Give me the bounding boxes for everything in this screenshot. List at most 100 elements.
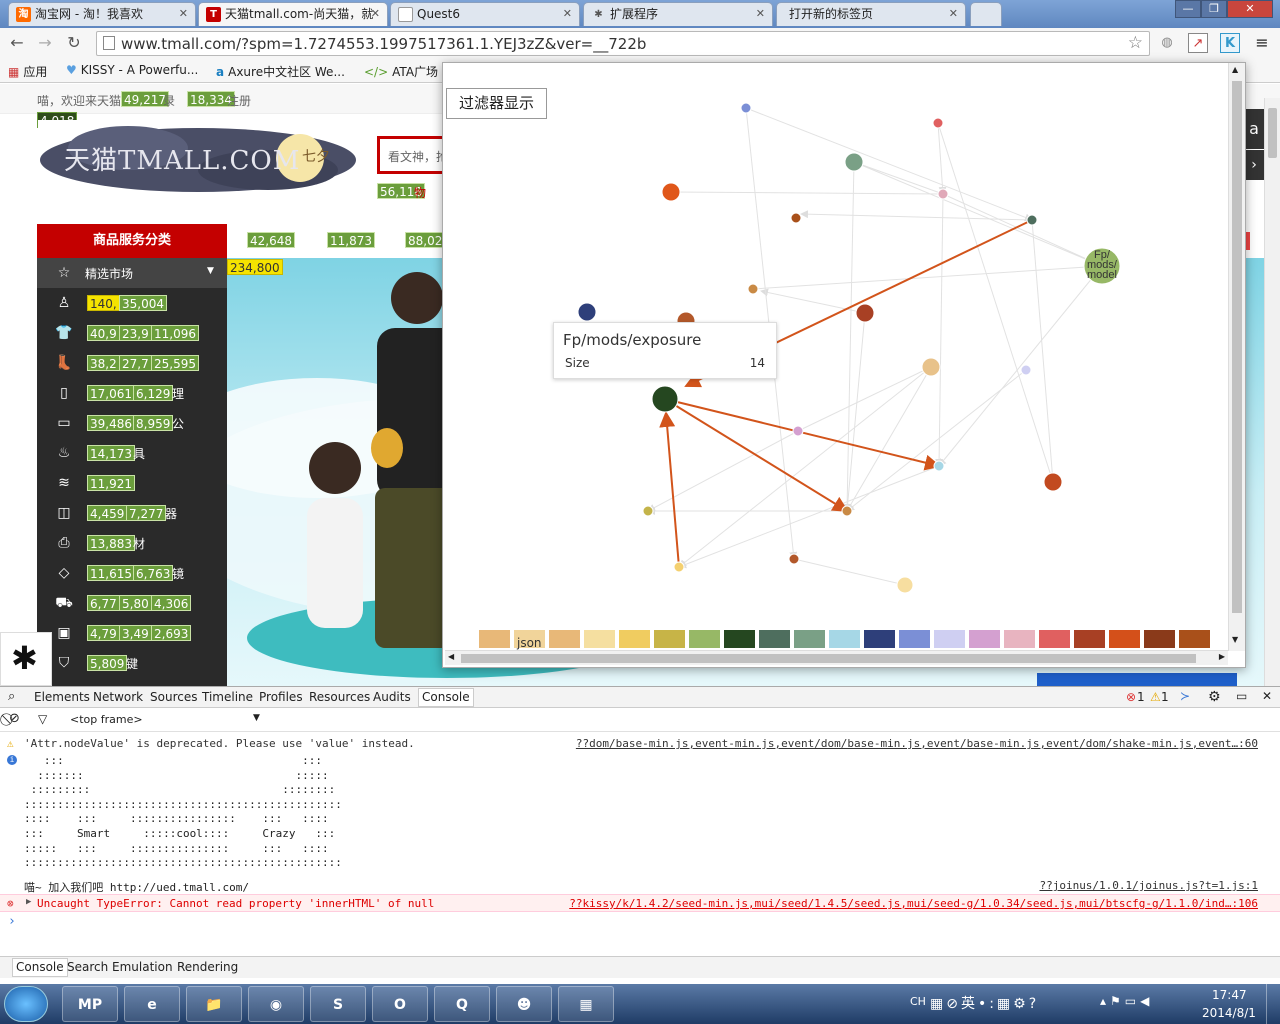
graph-node[interactable] (932, 117, 944, 129)
frame-select[interactable]: <top frame> (70, 713, 143, 726)
color-swatch[interactable] (1004, 630, 1035, 648)
kissy-extension-icon[interactable]: K (1220, 33, 1240, 53)
category-item[interactable]: ▯ 17,061 6,129 理 (37, 378, 227, 408)
drawer-tab-console[interactable]: Console (12, 958, 68, 977)
devtools-tab-timeline[interactable]: Timeline (202, 690, 253, 704)
tab-quest6[interactable]: Quest6 ✕ (390, 2, 580, 26)
graph-node[interactable] (933, 460, 945, 472)
scroll-left-icon[interactable]: ◀ (448, 652, 454, 661)
tab-extensions[interactable]: ✱ 扩展程序 ✕ (583, 2, 773, 26)
block-icon[interactable]: ⊘ (9, 711, 20, 726)
register-link[interactable]: 注册 (227, 92, 251, 109)
color-swatch[interactable] (829, 630, 860, 648)
system-tray-icons[interactable]: ▴⚑▭◀ (1100, 994, 1153, 1008)
graph-node[interactable] (855, 303, 875, 323)
taskbar-app[interactable]: ▦ (558, 986, 614, 1022)
drawer-tab-rendering[interactable]: Rendering (177, 960, 238, 974)
error-count[interactable]: 1 (1137, 690, 1145, 704)
tab-tmall[interactable]: T 天猫tmall.com-尚天猫，就 ✕ (198, 2, 388, 26)
json-label[interactable]: json (517, 636, 542, 650)
minimize-button[interactable]: — (1175, 0, 1201, 18)
drawer-tab-emulation[interactable]: Emulation (112, 960, 173, 974)
chart-extension-icon[interactable]: ↗ (1188, 33, 1208, 53)
color-swatch[interactable] (1179, 630, 1210, 648)
color-swatch[interactable] (934, 630, 965, 648)
color-swatch[interactable] (969, 630, 1000, 648)
ime-indicator[interactable]: CH (910, 995, 926, 1008)
close-icon[interactable]: ✕ (1262, 689, 1272, 703)
category-item[interactable]: ⛟ 6,77 5,80 4,306 (37, 588, 227, 618)
color-swatch[interactable] (689, 630, 720, 648)
devtools-tab-network[interactable]: Network (93, 690, 143, 704)
tab-close-icon[interactable]: ✕ (371, 3, 380, 25)
bookmark-apps[interactable]: ▦ 应用 (8, 63, 47, 80)
category-item[interactable]: ≋ 11,921 (37, 468, 227, 498)
color-swatch[interactable] (1144, 630, 1175, 648)
graph-node[interactable] (673, 561, 685, 573)
show-desktop-button[interactable] (1266, 984, 1280, 1024)
color-swatch[interactable] (549, 630, 580, 648)
forward-arrow-icon[interactable]: → (34, 32, 56, 54)
graph-node[interactable] (661, 182, 681, 202)
clock-date[interactable]: 2014/8/1 (1202, 1006, 1256, 1020)
category-item[interactable]: ▣ 4,79 3,49 2,693 (37, 618, 227, 648)
category-item[interactable]: 👕 40,9 23,9 11,096 (37, 318, 227, 348)
clock-time[interactable]: 17:47 (1212, 988, 1247, 1002)
bookmark-ata[interactable]: </> ATA广场 (364, 63, 438, 80)
graph-node[interactable] (651, 385, 679, 413)
tab-close-icon[interactable]: ✕ (949, 3, 958, 25)
tab-close-icon[interactable]: ✕ (563, 3, 572, 25)
taskbar-app[interactable]: S (310, 986, 366, 1022)
color-swatch[interactable] (1109, 630, 1140, 648)
graph-node[interactable] (921, 357, 941, 377)
tray-icons[interactable]: ▦⊘英•:▦⚙? (930, 993, 1039, 1013)
category-featured[interactable]: ☆ 精选市场 ▼ (37, 258, 227, 288)
devtools-tab-resources[interactable]: Resources (309, 690, 370, 704)
category-item[interactable]: ◇ 11,615 6,763 镜 (37, 558, 227, 588)
graph-node[interactable] (1043, 472, 1063, 492)
drawer-tab-search[interactable]: Search (67, 960, 108, 974)
menu-icon[interactable]: ≡ (1252, 33, 1272, 53)
start-button[interactable] (4, 986, 48, 1022)
expand-arrow-icon[interactable]: ▶ (26, 897, 31, 907)
search-box[interactable]: 看文神，抢 (377, 136, 448, 174)
graph-node[interactable] (844, 152, 864, 172)
color-swatch[interactable] (1039, 630, 1070, 648)
dock-icon[interactable]: ▭ (1236, 689, 1247, 703)
filter-icon[interactable]: ▽ (38, 712, 47, 726)
color-swatch[interactable] (584, 630, 615, 648)
tab-close-icon[interactable]: ✕ (179, 3, 188, 25)
hot-words-text[interactable]: 物 (414, 184, 426, 201)
scroll-thumb[interactable] (1268, 108, 1277, 158)
popup-horizontal-scrollbar[interactable]: ◀ ▶ (445, 650, 1228, 665)
reload-icon[interactable]: ↻ (63, 32, 85, 54)
color-swatch[interactable] (794, 630, 825, 648)
globe-extension-icon[interactable]: ◍ (1157, 33, 1177, 53)
graph-node[interactable] (577, 302, 597, 322)
prompt-icon[interactable]: › (8, 914, 16, 929)
scroll-thumb[interactable] (1232, 81, 1242, 613)
back-arrow-icon[interactable]: ← (6, 32, 28, 54)
category-item[interactable]: ⎙ 13,883 材 (37, 528, 227, 558)
console-source-link[interactable]: ??joinus/1.0.1/joinus.js?t=1.js:1 (1039, 879, 1258, 892)
warning-count-icon[interactable]: ⚠ (1150, 690, 1161, 704)
debug-bug-icon[interactable]: ✱ (0, 632, 52, 686)
taskbar-app[interactable]: ◉ (248, 986, 304, 1022)
search-icon[interactable]: ⌕ (8, 689, 15, 704)
color-swatch[interactable] (899, 630, 930, 648)
devtools-tab-elements[interactable]: Elements (34, 690, 90, 704)
color-swatch[interactable] (479, 630, 510, 648)
color-swatch[interactable] (1074, 630, 1105, 648)
side-tab-a[interactable]: a (1244, 109, 1264, 149)
taskbar-app[interactable]: 📁 (186, 986, 242, 1022)
tab-taobao[interactable]: 淘 淘宝网 - 淘！我喜欢 ✕ (8, 2, 196, 26)
graph-node[interactable] (937, 188, 949, 200)
devtools-tab-console[interactable]: Console (418, 688, 474, 707)
devtools-tab-profiles[interactable]: Profiles (259, 690, 303, 704)
category-item[interactable]: 👢 38,2 27,7 25,595 (37, 348, 227, 378)
bookmark-star-icon[interactable]: ☆ (1128, 33, 1143, 53)
side-arrow-icon[interactable]: › (1244, 150, 1264, 180)
category-item[interactable]: ♙ 140, 35,004 (37, 288, 227, 318)
error-count-icon[interactable]: ⊗ (1126, 690, 1136, 704)
close-window-button[interactable]: ✕ (1227, 0, 1273, 18)
